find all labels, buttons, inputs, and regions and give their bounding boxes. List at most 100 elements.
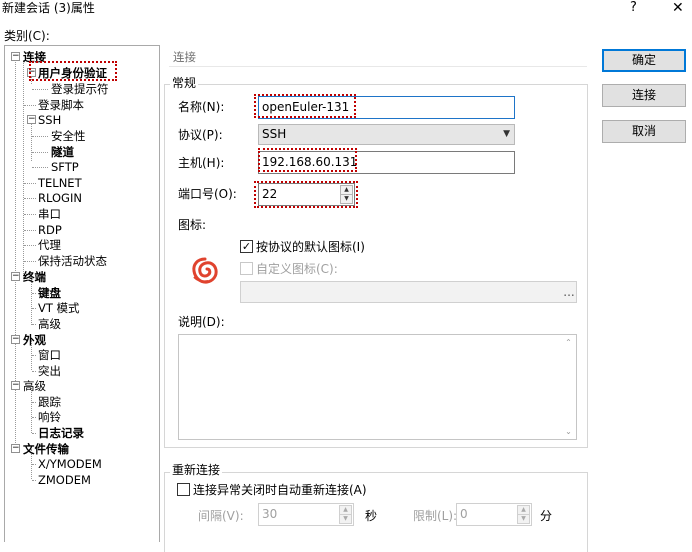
tree-item-connection[interactable]: 连接 [23, 50, 46, 64]
collapse-terminal-icon[interactable]: − [11, 272, 20, 281]
close-button[interactable]: ✕ [672, 0, 684, 16]
ok-button[interactable]: 确定 [602, 49, 686, 72]
protocol-select[interactable]: SSH ▼ [258, 124, 515, 145]
interval-label: 间隔(V): [198, 509, 244, 523]
collapse-ssh-icon[interactable]: − [27, 115, 36, 124]
tree-branch [32, 152, 48, 153]
tree-item-telnet[interactable]: TELNET [38, 176, 82, 190]
custom-icon-path-input[interactable] [240, 281, 577, 303]
tree-branch [32, 355, 36, 356]
description-label: 说明(D): [178, 315, 225, 329]
tree-branch [32, 167, 48, 168]
tree-branch [24, 105, 36, 106]
minutes-label: 分 [540, 509, 553, 523]
collapse-appearance-icon[interactable]: − [11, 335, 20, 344]
name-input[interactable]: openEuler-131 [258, 96, 515, 119]
tree-item-sftp[interactable]: SFTP [51, 160, 79, 174]
tree-item-keepalive[interactable]: 保持活动状态 [38, 254, 107, 268]
collapse-file-transfer-icon[interactable]: − [11, 444, 20, 453]
tree-item-zmodem[interactable]: ZMODEM [38, 473, 91, 487]
description-scrollbar[interactable]: ⌃ ⌄ [561, 335, 576, 439]
limit-down-icon[interactable]: ▼ [517, 514, 530, 524]
collapse-auth-icon[interactable]: − [27, 68, 36, 77]
category-tree[interactable]: − 连接 − 用户身份验证 登录提示符 登录脚本 − SSH 安全性 隧道 SF… [4, 45, 160, 542]
description-textarea[interactable]: ⌃ ⌄ [178, 334, 577, 440]
tree-branch [32, 293, 36, 294]
protocol-value: SSH [262, 127, 287, 141]
help-button[interactable]: ? [630, 0, 637, 16]
tree-item-bell[interactable]: 响铃 [38, 410, 61, 424]
collapse-advanced-icon[interactable]: − [11, 381, 20, 390]
tree-item-rlogin[interactable]: RLOGIN [38, 191, 82, 205]
limit-value: 0 [460, 507, 468, 521]
window-title: 新建会话 (3)属性 [2, 1, 95, 15]
tree-item-keyboard[interactable]: 键盘 [38, 286, 61, 300]
tree-branch [24, 183, 36, 184]
tree-branch [32, 324, 36, 325]
category-label: 类别(C): [4, 29, 50, 43]
tree-item-login-prompt[interactable]: 登录提示符 [51, 82, 109, 96]
tree-item-window[interactable]: 窗口 [38, 348, 61, 362]
tree-branch [32, 433, 36, 434]
tree-item-xymodem[interactable]: X/YMODEM [38, 457, 102, 471]
tree-item-advanced[interactable]: 高级 [23, 379, 46, 393]
tree-item-logging[interactable]: 日志记录 [38, 426, 84, 440]
tree-line [31, 121, 32, 161]
name-label: 名称(N): [178, 100, 225, 114]
interval-down-icon[interactable]: ▼ [339, 514, 352, 524]
tree-item-file-transfer[interactable]: 文件传输 [23, 442, 69, 456]
connect-button[interactable]: 连接 [602, 84, 686, 107]
tree-branch [32, 89, 48, 90]
port-value: 22 [262, 187, 278, 201]
tree-branch [32, 308, 36, 309]
panel-header: 连接 [169, 47, 587, 67]
custom-icon-checkbox[interactable] [240, 262, 253, 275]
host-label: 主机(H): [178, 156, 225, 170]
auto-reconnect-checkbox[interactable] [177, 483, 190, 496]
cancel-button[interactable]: 取消 [602, 120, 686, 143]
tree-item-highlight[interactable]: 突出 [38, 364, 61, 378]
icon-label: 图标: [178, 218, 207, 232]
tree-item-security[interactable]: 安全性 [51, 129, 86, 143]
limit-label: 限制(L): [413, 509, 458, 523]
tree-line [15, 60, 16, 453]
ssh-protocol-icon [190, 256, 220, 286]
port-down-icon[interactable]: ▼ [340, 194, 353, 204]
tree-item-rdp[interactable]: RDP [38, 223, 62, 237]
tree-branch [24, 261, 36, 262]
tree-item-appearance[interactable]: 外观 [23, 333, 46, 347]
tree-item-terminal-advanced[interactable]: 高级 [38, 317, 61, 331]
tree-branch [32, 136, 48, 137]
protocol-label: 协议(P): [178, 128, 223, 142]
tree-line [31, 277, 32, 325]
tree-item-user-auth[interactable]: 用户身份验证 [38, 66, 107, 80]
tree-item-login-script[interactable]: 登录脚本 [38, 98, 84, 112]
tree-item-tunnel[interactable]: 隧道 [51, 145, 74, 159]
default-icon-checkbox[interactable]: ✓ [240, 240, 253, 253]
scroll-down-icon[interactable]: ⌄ [561, 427, 576, 436]
tree-item-serial[interactable]: 串口 [38, 207, 61, 221]
limit-input[interactable]: 0 ▲ ▼ [456, 503, 532, 526]
tree-item-proxy[interactable]: 代理 [38, 238, 61, 252]
tree-branch [32, 402, 36, 403]
default-icon-label: 按协议的默认图标(I) [256, 240, 365, 254]
host-input[interactable]: 192.168.60.131 [258, 151, 515, 174]
reconnect-group-title: 重新连接 [170, 463, 223, 477]
auto-reconnect-label: 连接异常关闭时自动重新连接(A) [193, 483, 367, 497]
tree-branch [24, 245, 36, 246]
interval-input[interactable]: 30 ▲ ▼ [258, 503, 354, 526]
general-group-title: 常规 [170, 76, 199, 90]
collapse-connection-icon[interactable]: − [11, 52, 20, 61]
tree-branch [32, 417, 36, 418]
tree-branch [32, 371, 36, 372]
browse-button[interactable]: ... [562, 282, 576, 302]
tree-branch [24, 198, 36, 199]
tree-item-ssh[interactable]: SSH [38, 113, 61, 127]
tree-item-vt-mode[interactable]: VT 模式 [38, 301, 80, 315]
interval-value: 30 [262, 507, 278, 521]
tree-item-terminal[interactable]: 终端 [23, 270, 46, 284]
scroll-up-icon[interactable]: ⌃ [561, 338, 576, 347]
port-label: 端口号(O): [178, 187, 237, 201]
tree-item-trace[interactable]: 跟踪 [38, 395, 61, 409]
port-input[interactable]: 22 ▲ ▼ [258, 183, 355, 206]
